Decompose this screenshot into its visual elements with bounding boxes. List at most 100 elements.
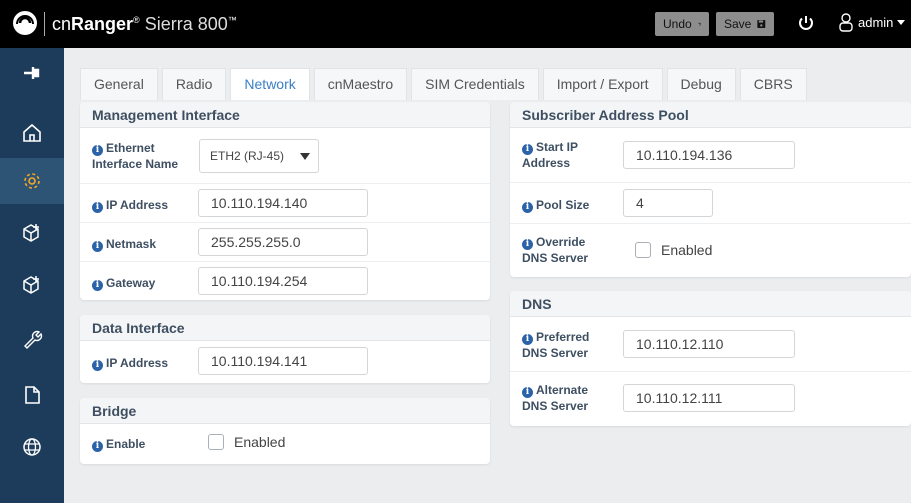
sidebar-item-devices-2[interactable] [0, 262, 64, 308]
info-icon[interactable]: i [92, 145, 103, 156]
start-ip-input[interactable]: 10.110.194.136 [623, 141, 795, 169]
info-icon[interactable]: i [522, 387, 533, 398]
gateway-label: i Gateway [92, 275, 155, 291]
sidebar-item-network[interactable] [0, 424, 64, 470]
label-text: IP Address [106, 356, 169, 370]
settings-icon [24, 173, 40, 189]
sidebar-item-pin[interactable] [0, 50, 64, 96]
bridge-enable-row: i Enable Enabled [80, 424, 490, 464]
start-ip-row: i Start IP Address 10.110.194.136 [510, 128, 911, 183]
ip-address-input[interactable]: 10.110.194.140 [198, 189, 368, 217]
wrench-icon [24, 330, 43, 349]
info-icon[interactable]: i [92, 202, 103, 213]
data-ip-address-input[interactable]: 10.110.194.141 [198, 347, 368, 375]
tab-sim-credentials[interactable]: SIM Credentials [411, 68, 539, 100]
tab-network[interactable]: Network [230, 68, 310, 100]
floppy-disk-icon [757, 20, 766, 28]
model-trademark: ™ [227, 15, 237, 25]
data-ip-address-label: i IP Address [92, 355, 168, 371]
save-label: Save [724, 17, 752, 31]
preferred-dns-input[interactable]: 10.110.12.110 [623, 330, 795, 358]
info-icon[interactable]: i [522, 202, 533, 213]
label-text: Pool Size [536, 198, 590, 212]
bridge-enable-checkbox[interactable]: Enabled [208, 434, 285, 450]
pin-icon [24, 67, 40, 79]
pool-size-input[interactable]: 4 [623, 189, 713, 217]
sidebar-item-logs[interactable] [0, 372, 64, 418]
brand-title: cnRanger® Sierra 800™ [52, 14, 237, 35]
sidebar-item-configuration[interactable] [0, 158, 64, 204]
subscriber-address-pool-panel: Subscriber Address Pool i Start IP Address… [510, 102, 911, 277]
dns-panel: DNS i Preferred DNS Server 10.110.12.110 i… [510, 291, 911, 426]
power-icon[interactable] [796, 13, 816, 33]
user-icon [839, 13, 853, 32]
ethernet-interface-label: i Ethernet Interface Name [92, 140, 178, 172]
panel-title: Bridge [80, 398, 490, 424]
ethernet-interface-row: i Ethernet Interface Name ETH2 (RJ-45) [80, 128, 490, 184]
preferred-dns-label: i Preferred DNS Server [522, 329, 589, 361]
user-menu[interactable]: admin [838, 12, 906, 32]
sidebar [0, 48, 64, 503]
ethernet-interface-select[interactable]: ETH2 (RJ-45) [199, 139, 319, 173]
override-dns-checkbox[interactable]: Enabled [635, 242, 712, 258]
checkbox-box[interactable] [635, 242, 651, 258]
label-line-1: Alternate [536, 383, 589, 397]
netmask-input[interactable]: 255.255.255.0 [198, 228, 368, 256]
gateway-row: i Gateway 10.110.194.254 [80, 262, 490, 300]
brand-prefix: cn [52, 14, 72, 34]
panel-title: DNS [510, 291, 911, 317]
override-dns-row: i Override DNS Server Enabled [510, 224, 911, 277]
sidebar-item-home[interactable] [0, 110, 64, 156]
tab-cbrs[interactable]: CBRS [739, 68, 807, 100]
pool-size-row: i Pool Size 4 [510, 183, 911, 224]
start-ip-label: i Start IP Address [522, 139, 578, 171]
tab-debug[interactable]: Debug [666, 68, 736, 100]
label-line-2: DNS Server [522, 346, 589, 360]
label-line-2: DNS Server [522, 399, 589, 413]
gateway-input[interactable]: 10.110.194.254 [198, 267, 368, 295]
ip-address-label: i IP Address [92, 197, 168, 213]
undo-button[interactable]: Undo [655, 12, 709, 36]
checkbox-label: Enabled [234, 434, 286, 450]
alternate-dns-input[interactable]: 10.110.12.111 [623, 384, 795, 412]
chevron-down-icon [897, 19, 906, 25]
label-text: Netmask [106, 237, 157, 251]
netmask-row: i Netmask 255.255.255.0 [80, 223, 490, 262]
tab-radio[interactable]: Radio [161, 68, 227, 100]
package-add-icon [23, 276, 39, 294]
ip-address-row: i IP Address 10.110.194.140 [80, 184, 490, 223]
bridge-panel: Bridge i Enable Enabled [80, 398, 490, 464]
panel-title: Subscriber Address Pool [510, 102, 911, 128]
info-icon[interactable]: i [92, 280, 103, 291]
label-text: Gateway [106, 276, 156, 290]
info-icon[interactable]: i [522, 334, 533, 345]
panel-title: Data Interface [80, 315, 490, 341]
label-line-1: Ethernet [106, 141, 155, 155]
info-icon[interactable]: i [92, 360, 103, 371]
tab-import-export[interactable]: Import / Export [542, 68, 663, 100]
alternate-dns-row: i Alternate DNS Server 10.110.12.111 [510, 372, 911, 426]
settings-tabs: General Radio Network cnMaestro SIM Cred… [80, 68, 811, 100]
label-line-1: Override [536, 235, 586, 249]
info-icon[interactable]: i [522, 144, 533, 155]
bridge-enable-label: i Enable [92, 436, 145, 452]
alternate-dns-label: i Alternate DNS Server [522, 382, 588, 414]
checkbox-box[interactable] [208, 434, 224, 450]
sidebar-item-tools[interactable] [0, 316, 64, 362]
sidebar-item-devices-1[interactable] [0, 210, 64, 256]
label-line-1: Preferred [536, 330, 590, 344]
panel-title: Management Interface [80, 102, 490, 128]
tab-cnmaestro[interactable]: cnMaestro [313, 68, 408, 100]
data-ip-address-row: i IP Address 10.110.194.141 [80, 341, 490, 383]
save-button[interactable]: Save [716, 12, 774, 36]
info-icon[interactable]: i [522, 239, 533, 250]
tab-general[interactable]: General [80, 68, 158, 100]
brand-name: Ranger [71, 14, 134, 34]
info-icon[interactable]: i [92, 441, 103, 452]
brand-registered-mark: ® [133, 15, 140, 25]
label-line-2: DNS Server [522, 251, 589, 265]
info-icon[interactable]: i [92, 241, 103, 252]
management-interface-panel: Management Interface i Ethernet Interface … [80, 102, 490, 300]
checkbox-label: Enabled [661, 242, 713, 258]
label-text: IP Address [106, 198, 169, 212]
